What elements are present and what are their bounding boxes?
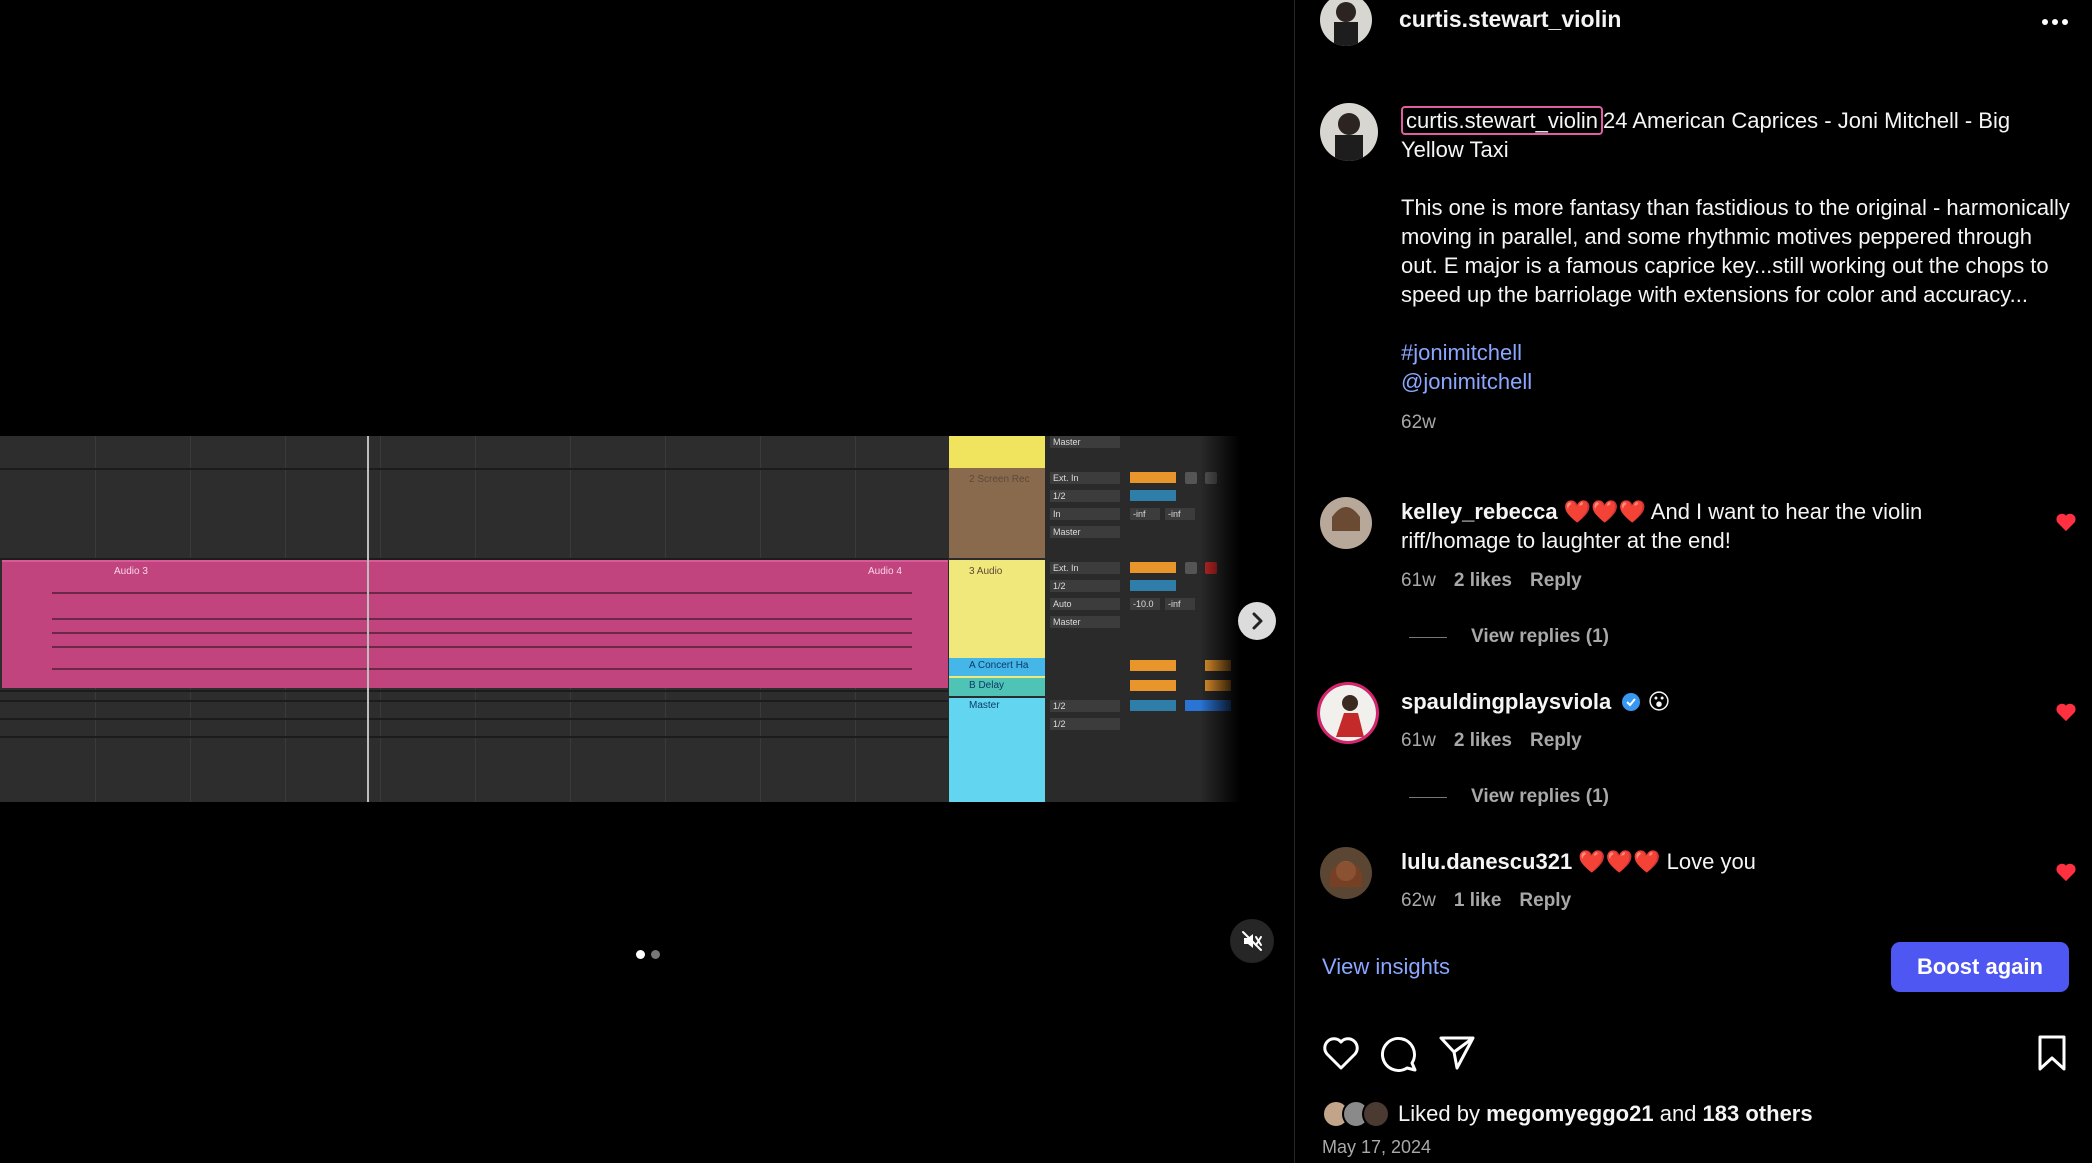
speaker-muted-icon (1242, 931, 1262, 951)
comment-text: lulu.danescu321 ❤️❤️❤️ Love you (1401, 847, 2001, 876)
track-header: Master (949, 698, 1045, 802)
media-viewer: Audio 3 Audio 4 2 Screen Rec 3 Audio A C… (0, 0, 1294, 1163)
caption-username[interactable]: curtis.stewart_violin (1401, 106, 1603, 135)
comment-likes[interactable]: 2 likes (1454, 730, 1512, 752)
track-name: B Delay (969, 680, 1005, 691)
likes-prefix: Liked by (1398, 1101, 1480, 1126)
next-slide-button[interactable] (1238, 602, 1276, 640)
post-caption: curtis.stewart_violin 24 American Caprice… (1401, 106, 2071, 437)
author-avatar[interactable] (1320, 0, 1372, 46)
commenter-avatar[interactable] (1320, 497, 1372, 549)
comment-username[interactable]: lulu.danescu321 (1401, 849, 1572, 874)
heart-filled-icon[interactable] (2055, 862, 2077, 882)
bookmark-icon[interactable] (2035, 1034, 2069, 1072)
playhead (367, 436, 369, 802)
track-name: 3 Audio (969, 566, 1003, 577)
comment-emoji: ❤️❤️❤️ (1563, 499, 1646, 524)
track-header: B Delay (949, 678, 1045, 696)
caption-avatar[interactable] (1320, 103, 1378, 161)
arrangement-grid: Audio 3 Audio 4 (0, 436, 948, 802)
comment-time: 61w (1401, 730, 1436, 751)
clip-label: Audio 3 (114, 566, 148, 577)
comment-emoji: 😮 (1647, 689, 1671, 714)
comment-username[interactable]: spauldingplaysviola (1401, 689, 1611, 714)
comment-text: spauldingplaysviola 😮 (1401, 687, 2001, 716)
track-name: Master (969, 700, 1000, 711)
more-options-button[interactable] (2035, 4, 2075, 40)
commenter-avatar[interactable] (1320, 847, 1372, 899)
boost-again-button[interactable]: Boost again (1891, 942, 2069, 992)
heart-filled-icon[interactable] (2055, 512, 2077, 532)
reply-button[interactable]: Reply (1519, 890, 1571, 912)
carousel-dot[interactable] (651, 950, 660, 959)
heart-filled-icon[interactable] (2055, 702, 2077, 722)
carousel-dot[interactable] (636, 950, 645, 959)
comment-icon[interactable] (1379, 1034, 1419, 1072)
comment-likes[interactable]: 1 like (1454, 890, 1502, 912)
comment-username[interactable]: kelley_rebecca (1401, 499, 1558, 524)
daw-screenshot: Audio 3 Audio 4 2 Screen Rec 3 Audio A C… (0, 436, 1240, 802)
track-header (949, 436, 1045, 468)
post-date: May 17, 2024 (1322, 1137, 1432, 1157)
comment-time: 62w (1401, 890, 1436, 911)
reply-button[interactable]: Reply (1530, 570, 1582, 592)
post-side-panel: curtis.stewart_violin curtis.stewart_vio… (1294, 0, 2092, 1163)
view-insights-link[interactable]: View insights (1322, 954, 1450, 980)
likes-and: and (1659, 1101, 1697, 1126)
view-replies-button[interactable]: View replies (1) (1409, 626, 1609, 648)
comment-emoji: ❤️❤️❤️ (1578, 849, 1661, 874)
likes-others-link[interactable]: 183 others (1703, 1101, 1813, 1127)
comment-body: Love you (1666, 849, 1756, 874)
comment-text: kelley_rebecca ❤️❤️❤️ And I want to hear… (1401, 497, 2001, 555)
caption-body: This one is more fantasy than fastidious… (1401, 195, 2070, 307)
track-name: 2 Screen Rec (969, 474, 1030, 485)
track-header: A Concert Ha (949, 658, 1045, 676)
carousel-dots (636, 950, 660, 959)
mention-link[interactable]: @jonimitchell (1401, 367, 2071, 396)
liker-username[interactable]: megomyeggo21 (1486, 1101, 1654, 1127)
hashtag-link[interactable]: #jonimitchell (1401, 338, 2071, 367)
share-icon[interactable] (1437, 1034, 1477, 1072)
comment-time: 61w (1401, 570, 1436, 591)
heart-icon[interactable] (1321, 1034, 1361, 1072)
view-replies-button[interactable]: View replies (1) (1409, 786, 1609, 808)
more-icon (2042, 19, 2068, 25)
clip-label: Audio 4 (868, 566, 902, 577)
liker-avatars[interactable] (1322, 1100, 1390, 1128)
verified-badge-icon (1622, 693, 1641, 711)
caption-time: 62w (1401, 412, 1436, 433)
chevron-right-icon (1252, 612, 1263, 630)
mute-button[interactable] (1230, 919, 1274, 963)
comment-likes[interactable]: 2 likes (1454, 570, 1512, 592)
track-name: A Concert Ha (969, 660, 1029, 671)
header-username[interactable]: curtis.stewart_violin (1399, 6, 1621, 33)
commenter-avatar[interactable] (1317, 682, 1379, 744)
likes-summary: Liked by megomyeggo21 and 183 others (1322, 1100, 1813, 1128)
reply-button[interactable]: Reply (1530, 730, 1582, 752)
track-header: 2 Screen Rec (949, 468, 1045, 558)
audio-clip: Audio 3 Audio 4 (2, 560, 948, 688)
